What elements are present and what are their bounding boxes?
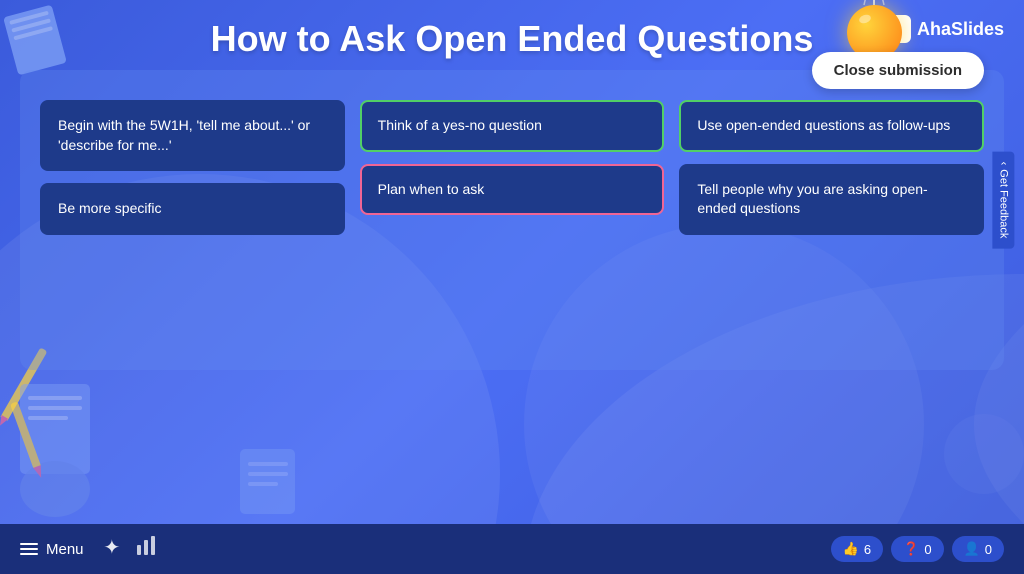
answer-card-3[interactable]: Think of a yes-no question [360, 100, 665, 152]
user-icon: 👤 [964, 541, 980, 557]
bottom-left-controls: Menu ✦ [20, 535, 157, 563]
hamburger-icon [20, 543, 38, 555]
users-count: 0 [985, 542, 992, 557]
answer-card-2[interactable]: Be more specific [40, 183, 345, 235]
cards-grid: Begin with the 5W1H, 'tell me about...' … [40, 100, 984, 235]
bottom-toolbar-icons: ✦ [104, 535, 158, 563]
card-column-2: Think of a yes-no question Plan when to … [360, 100, 665, 235]
menu-button[interactable]: Menu [20, 541, 84, 558]
card-1-text: Begin with the 5W1H, 'tell me about...' … [58, 117, 310, 153]
bottom-bar: Menu ✦ 👍 6 ❓ 0 👤 0 [0, 524, 1024, 574]
feedback-label: Get Feedback [998, 169, 1010, 238]
chart-icon[interactable] [135, 535, 157, 563]
answer-card-6[interactable]: Tell people why you are asking open-ende… [679, 164, 984, 235]
deco-bottom-center [230, 444, 310, 524]
card-column-1: Begin with the 5W1H, 'tell me about...' … [40, 100, 345, 235]
close-btn-wrapper: Close submission [812, 52, 984, 89]
thumbs-count: 6 [864, 542, 871, 557]
content-area: Close submission Begin with the 5W1H, 't… [20, 70, 1004, 370]
card-3-text: Think of a yes-no question [378, 117, 542, 133]
card-5-text: Use open-ended questions as follow-ups [697, 117, 950, 133]
card-4-text: Plan when to ask [378, 181, 485, 197]
answer-card-5[interactable]: Use open-ended questions as follow-ups [679, 100, 984, 152]
answer-card-1[interactable]: Begin with the 5W1H, 'tell me about...' … [40, 100, 345, 171]
stat-badge-questions: ❓ 0 [891, 536, 943, 562]
card-column-3: Use open-ended questions as follow-ups T… [679, 100, 984, 235]
card-2-text: Be more specific [58, 200, 161, 216]
menu-label: Menu [46, 541, 84, 558]
bottom-right-stats: 👍 6 ❓ 0 👤 0 [831, 536, 1004, 562]
question-icon: ❓ [903, 541, 919, 557]
stat-badge-thumbs: 👍 6 [831, 536, 883, 562]
feedback-tab[interactable]: ‹ Get Feedback [993, 152, 1015, 249]
questions-count: 0 [924, 542, 931, 557]
card-6-text: Tell people why you are asking open-ende… [697, 181, 927, 217]
close-submission-button[interactable]: Close submission [812, 52, 984, 89]
answer-card-4[interactable]: Plan when to ask [360, 164, 665, 216]
stat-badge-users: 👤 0 [952, 536, 1004, 562]
thumbs-icon: 👍 [843, 541, 859, 557]
feedback-arrow-icon: ‹ [998, 162, 1010, 166]
sparkle-icon[interactable]: ✦ [104, 535, 121, 563]
